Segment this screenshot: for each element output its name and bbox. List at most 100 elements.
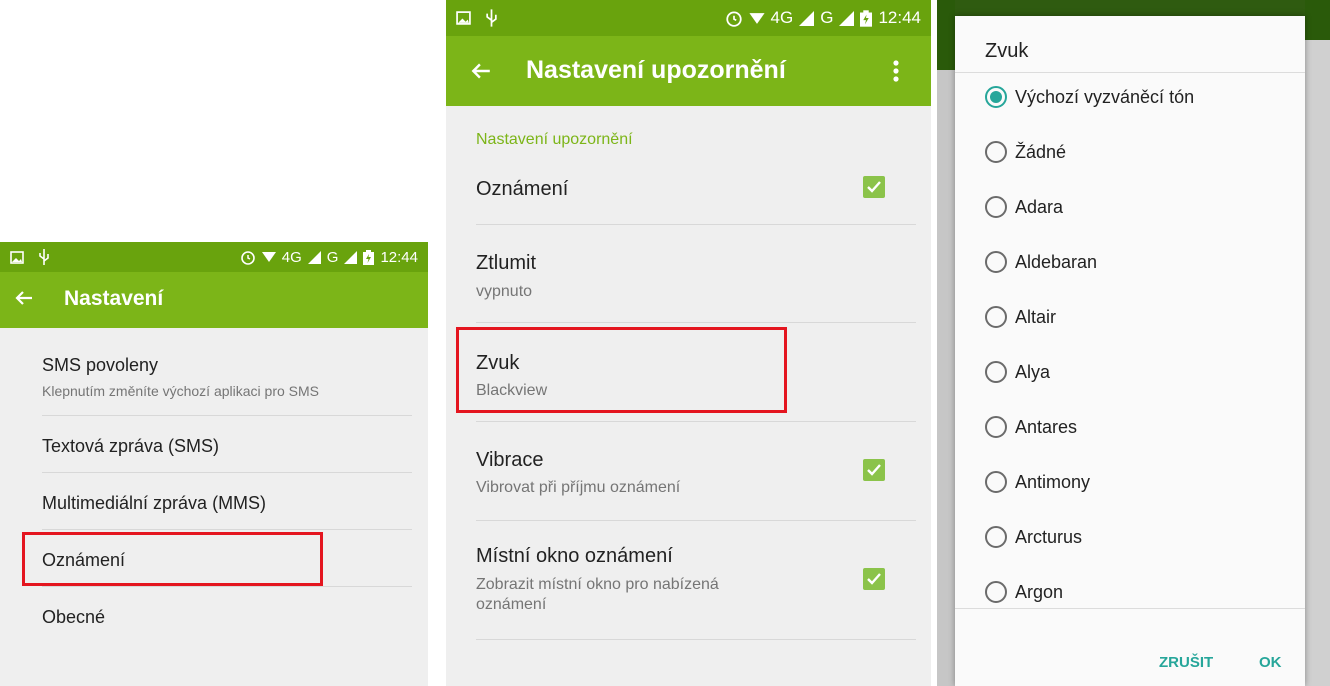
status-bar: 4G G 12:44 <box>446 0 931 36</box>
radio-option[interactable]: Antares <box>985 412 1077 442</box>
radio-unchecked-icon[interactable] <box>985 361 1007 383</box>
list-item-notifications[interactable]: Oznámení <box>446 160 931 224</box>
radio-option[interactable]: Výchozí vyzváněcí tón <box>985 82 1194 112</box>
popup-checkbox[interactable] <box>863 568 885 590</box>
list-item-vibration[interactable]: Vibrace Vibrovat při příjmu oznámení <box>446 422 931 520</box>
radio-unchecked-icon[interactable] <box>985 471 1007 493</box>
option-label: Altair <box>1015 306 1057 327</box>
item-title: Oznámení <box>476 178 569 200</box>
radio-checked-icon[interactable] <box>985 86 1007 108</box>
radio-option[interactable]: Argon <box>985 577 1063 607</box>
radio-unchecked-icon[interactable] <box>985 141 1007 163</box>
sound-picker-screen: Zvuk Výchozí vyzváněcí tón Žádné Adara A… <box>937 0 1330 686</box>
option-label: Výchozí vyzváněcí tón <box>1015 86 1195 107</box>
item-title: Ztlumit <box>476 252 536 274</box>
usb-icon <box>38 249 50 265</box>
option-label: Žádné <box>1015 141 1067 162</box>
settings-list: SMS povoleny Klepnutím změníte výchozí a… <box>0 328 428 686</box>
list-item-general[interactable]: Obecné <box>0 587 428 644</box>
item-title: Obecné <box>42 607 106 627</box>
clock: 12:44 <box>380 248 418 266</box>
radio-unchecked-icon[interactable] <box>985 581 1007 603</box>
list-item-sms-enabled[interactable]: SMS povoleny Klepnutím změníte výchozí a… <box>0 328 428 416</box>
radio-option[interactable]: Antimony <box>985 467 1090 497</box>
item-title: SMS povoleny <box>42 355 159 375</box>
divider <box>955 608 1305 609</box>
alarm-icon <box>240 249 256 265</box>
network-type-2: G <box>326 248 339 266</box>
item-title: Oznámení <box>42 550 126 570</box>
item-subtitle: Vibrovat při příjmu oznámení <box>476 479 681 496</box>
option-label: Alya <box>1015 361 1051 382</box>
back-arrow-icon[interactable] <box>14 288 34 308</box>
back-arrow-icon[interactable] <box>470 60 492 82</box>
item-subtitle: Klepnutím změníte výchozí aplikaci pro S… <box>42 383 320 399</box>
radio-unchecked-icon[interactable] <box>985 196 1007 218</box>
item-subtitle: vypnuto <box>476 283 533 300</box>
item-title: Multimediální zpráva (MMS) <box>42 493 267 513</box>
item-title: Zvuk <box>476 352 520 374</box>
dimmed-background <box>937 0 955 686</box>
usb-icon <box>485 9 498 27</box>
list-item-notifications[interactable]: Oznámení <box>0 530 428 587</box>
network-type-2: G <box>820 8 834 27</box>
radio-option[interactable]: Žádné <box>985 137 1066 167</box>
radio-option[interactable]: Alya <box>985 357 1050 387</box>
status-bar: 4G G 12:44 <box>0 242 428 272</box>
notifications-checkbox[interactable] <box>863 176 885 198</box>
radio-unchecked-icon[interactable] <box>985 251 1007 273</box>
item-subtitle: Zobrazit místní okno pro nabízená oznáme… <box>476 576 719 613</box>
signal-2-icon <box>839 10 855 26</box>
radio-unchecked-icon[interactable] <box>985 416 1007 438</box>
item-title: Vibrace <box>476 449 544 471</box>
radio-option[interactable]: Altair <box>985 302 1056 332</box>
notification-settings-screen: 4G G 12:44 Nastavení upozornění Nastaven… <box>446 0 931 686</box>
cancel-button[interactable]: ZRUŠIT <box>1159 654 1213 671</box>
vibration-checkbox[interactable] <box>863 459 885 481</box>
list-item-popup[interactable]: Místní okno oznámení Zobrazit místní okn… <box>446 521 931 639</box>
dimmed-background <box>1305 0 1330 686</box>
battery-icon <box>363 249 375 265</box>
battery-icon <box>860 9 873 27</box>
option-label: Antimony <box>1015 471 1091 492</box>
section-header: Nastavení upozornění <box>476 131 633 148</box>
gallery-icon <box>10 250 24 264</box>
sound-dialog: Zvuk Výchozí vyzváněcí tón Žádné Adara A… <box>955 16 1305 686</box>
ok-button[interactable]: OK <box>1259 654 1282 671</box>
gallery-icon <box>456 11 471 25</box>
wifi-icon <box>261 251 276 263</box>
divider <box>955 72 1305 73</box>
option-label: Aldebaran <box>1015 251 1098 272</box>
option-label: Arcturus <box>1015 526 1083 547</box>
divider <box>476 639 916 640</box>
list-item-sms[interactable]: Textová zpráva (SMS) <box>0 416 428 473</box>
option-label: Argon <box>1015 581 1064 602</box>
radio-option[interactable]: Arcturus <box>985 522 1082 552</box>
signal-2-icon <box>344 250 358 264</box>
dimmed-statusbar <box>1305 0 1330 40</box>
app-bar: Nastavení upozornění <box>446 36 931 106</box>
item-subtitle: Blackview <box>476 382 548 399</box>
item-title: Textová zpráva (SMS) <box>42 436 220 456</box>
option-label: Antares <box>1015 416 1078 437</box>
page-title: Nastavení <box>64 287 164 310</box>
dialog-title: Zvuk <box>985 40 1029 62</box>
alarm-icon <box>725 9 743 27</box>
app-bar: Nastavení <box>0 272 428 328</box>
list-item-mms[interactable]: Multimediální zpráva (MMS) <box>0 473 428 530</box>
radio-unchecked-icon[interactable] <box>985 526 1007 548</box>
option-label: Adara <box>1015 196 1064 217</box>
list-item-mute[interactable]: Ztlumit vypnuto <box>446 225 931 322</box>
clock: 12:44 <box>878 8 921 27</box>
dimmed-statusbar <box>937 0 955 70</box>
item-title: Místní okno oznámení <box>476 545 673 567</box>
radio-option[interactable]: Adara <box>985 192 1063 222</box>
signal-icon <box>307 250 321 264</box>
network-type: 4G <box>770 8 794 27</box>
radio-option[interactable]: Aldebaran <box>985 247 1097 277</box>
settings-screen: 4G G 12:44 Nastavení SMS povoleny Klepnu… <box>0 242 428 686</box>
list-item-sound[interactable]: Zvuk Blackview <box>446 323 931 421</box>
more-vert-icon[interactable] <box>882 56 910 86</box>
signal-icon <box>799 10 815 26</box>
radio-unchecked-icon[interactable] <box>985 306 1007 328</box>
